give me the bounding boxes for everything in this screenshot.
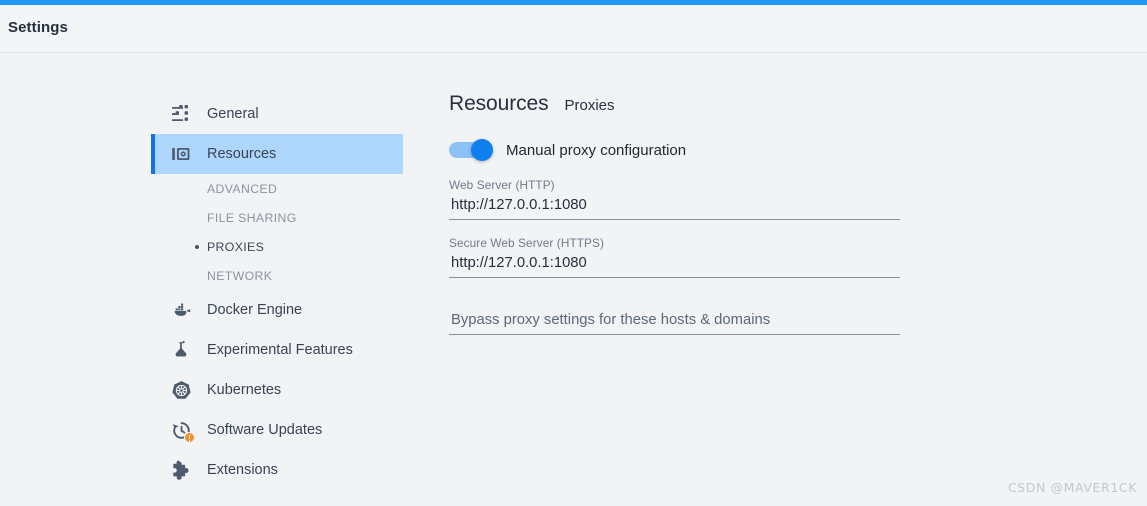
web-server-http-field: Web Server (HTTP) http://127.0.0.1:1080	[449, 178, 900, 220]
web-server-http-label: Web Server (HTTP)	[449, 178, 555, 192]
sidebar-subitem-label: PROXIES	[207, 239, 265, 254]
resources-chip-icon	[170, 143, 192, 165]
title-bar: Settings	[0, 5, 1147, 53]
secure-web-server-https-label: Secure Web Server (HTTPS)	[449, 236, 605, 250]
sidebar-item-label: Software Updates	[207, 422, 323, 438]
bypass-proxy-field: Bypass proxy settings for these hosts & …	[449, 307, 900, 335]
settings-sidebar: General Resources ADVANCED FILE SHARING …	[151, 94, 403, 490]
sidebar-subitem-network[interactable]: NETWORK	[151, 261, 403, 290]
sidebar-subitem-label: NETWORK	[207, 268, 273, 283]
puzzle-piece-icon	[170, 459, 192, 481]
sliders-icon	[170, 103, 192, 125]
proxies-panel: Resources Proxies Manual proxy configura…	[449, 92, 909, 335]
sidebar-item-extensions[interactable]: Extensions	[151, 450, 403, 490]
sidebar-item-label: Resources	[207, 146, 277, 162]
kubernetes-helm-icon	[170, 379, 192, 401]
docker-whale-icon	[170, 299, 192, 321]
settings-window: Settings General Resources ADVANCED FILE…	[0, 0, 1147, 506]
watermark: CSDN @MAVER1CK	[1007, 480, 1137, 495]
sidebar-subitem-file-sharing[interactable]: FILE SHARING	[151, 203, 403, 232]
sidebar-item-software-updates[interactable]: Software Updates	[151, 410, 403, 450]
update-alert-badge	[184, 432, 195, 443]
sidebar-subitem-label: ADVANCED	[207, 181, 278, 196]
page-title: Resources	[449, 92, 549, 115]
bypass-proxy-input[interactable]: Bypass proxy settings for these hosts & …	[449, 307, 900, 335]
secure-web-server-https-field: Secure Web Server (HTTPS) http://127.0.0…	[449, 236, 900, 278]
sidebar-item-label: Experimental Features	[207, 342, 353, 358]
sidebar-item-experimental-features[interactable]: Experimental Features	[151, 330, 403, 370]
window-title: Settings	[8, 19, 68, 36]
sidebar-subitem-label: FILE SHARING	[207, 210, 297, 225]
sidebar-subitem-advanced[interactable]: ADVANCED	[151, 174, 403, 203]
sidebar-item-docker-engine[interactable]: Docker Engine	[151, 290, 403, 330]
manual-proxy-toggle[interactable]	[449, 139, 493, 161]
update-clock-icon	[170, 419, 195, 443]
sidebar-item-label: Docker Engine	[207, 302, 303, 318]
settings-content: General Resources ADVANCED FILE SHARING …	[0, 54, 1147, 506]
bullet-icon	[195, 244, 199, 249]
manual-proxy-toggle-row: Manual proxy configuration	[449, 138, 909, 162]
manual-proxy-toggle-label: Manual proxy configuration	[506, 141, 687, 159]
sidebar-item-resources[interactable]: Resources	[151, 134, 403, 174]
page-subtitle: Proxies	[564, 97, 615, 114]
sidebar-item-general[interactable]: General	[151, 94, 403, 134]
sidebar-item-label: Kubernetes	[207, 382, 282, 398]
secure-web-server-https-input[interactable]: http://127.0.0.1:1080	[449, 250, 900, 278]
web-server-http-input[interactable]: http://127.0.0.1:1080	[449, 192, 900, 220]
sidebar-item-kubernetes[interactable]: Kubernetes	[151, 370, 403, 410]
sidebar-item-label: General	[207, 106, 259, 122]
sidebar-subitem-proxies[interactable]: PROXIES	[151, 232, 403, 261]
flask-icon	[170, 339, 192, 361]
panel-heading: Resources Proxies	[449, 92, 909, 120]
toggle-knob	[471, 139, 493, 161]
sidebar-item-label: Extensions	[207, 462, 278, 478]
